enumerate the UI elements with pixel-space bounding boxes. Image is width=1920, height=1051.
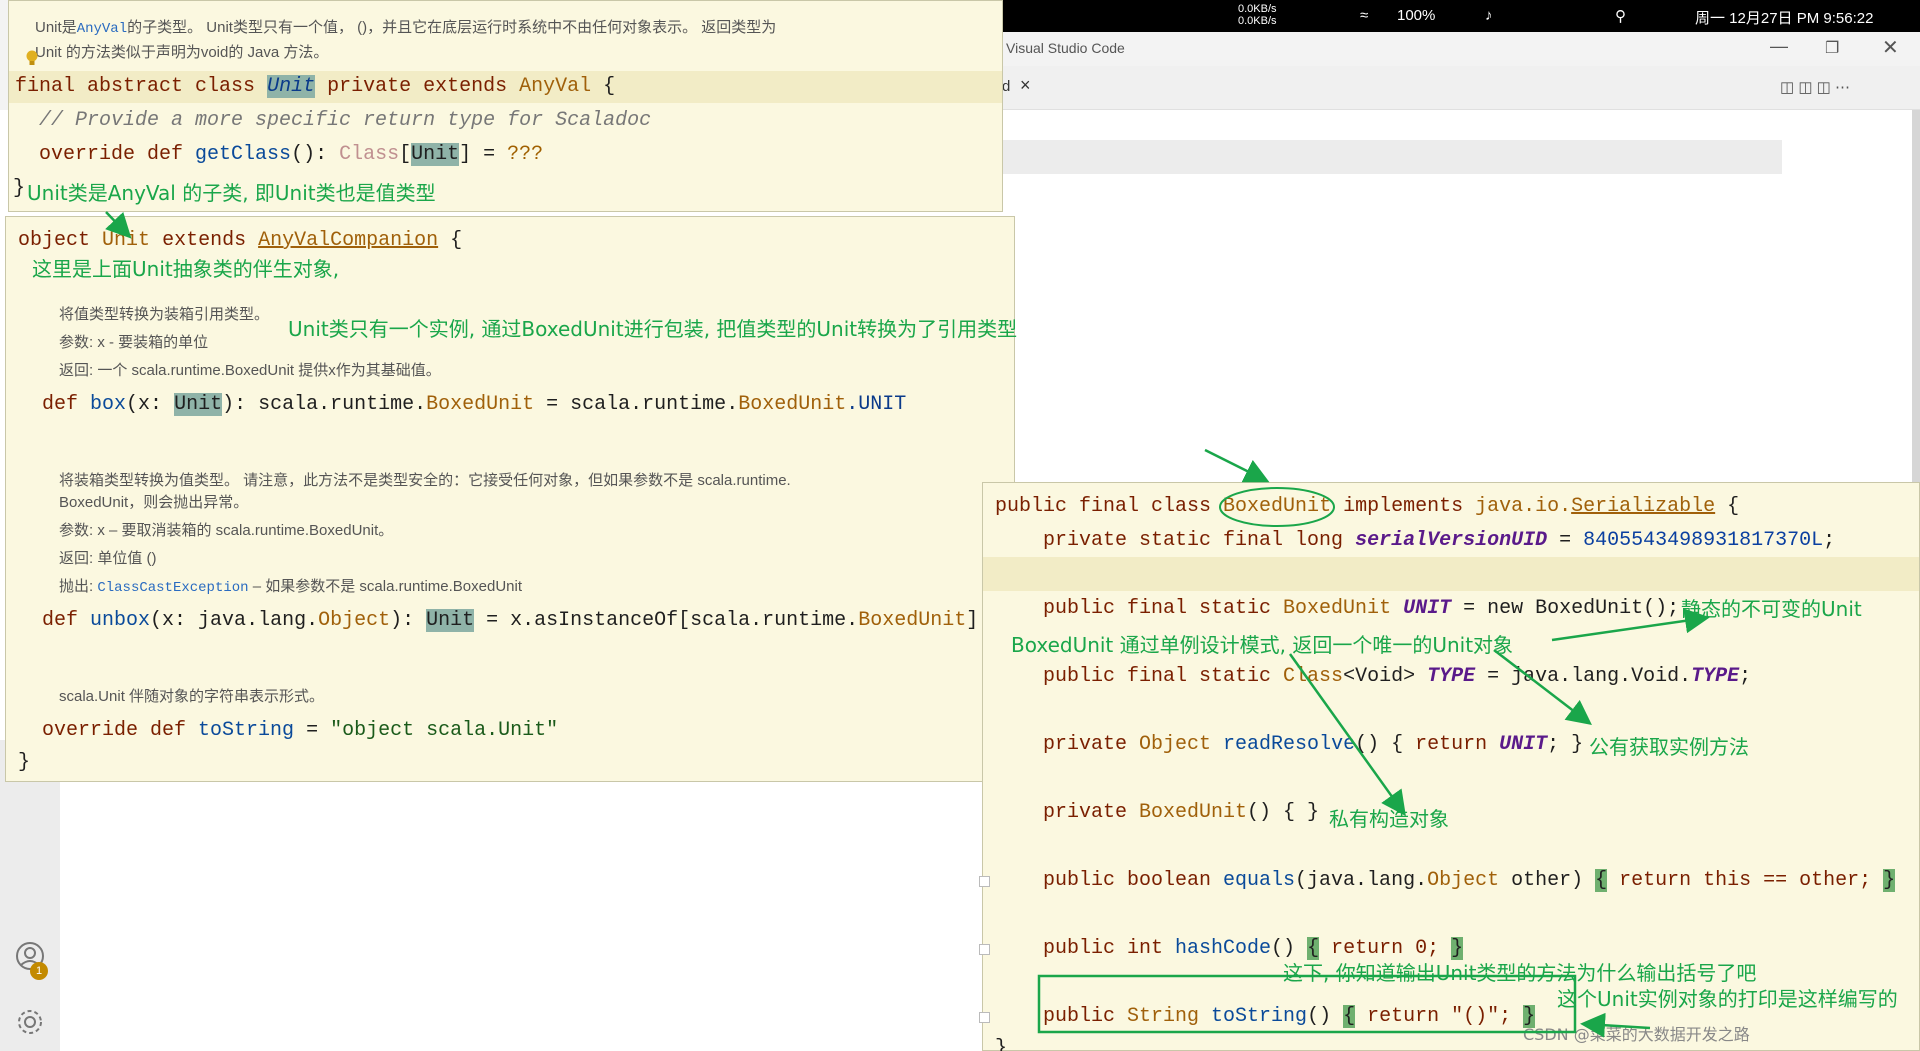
arrow-to-boxedunit [1204,448,1270,483]
arrow-tostring [1580,1012,1651,1038]
arrow-static-unit [1551,608,1710,642]
annotation-overlay [105,211,1710,1038]
arrow-to-object-unit [105,211,132,239]
circle-boxedunit [1219,487,1335,527]
arrow-public-getter [1493,649,1592,726]
arrow-private-ctor [1288,653,1406,817]
box-tostring [1037,974,1577,1034]
